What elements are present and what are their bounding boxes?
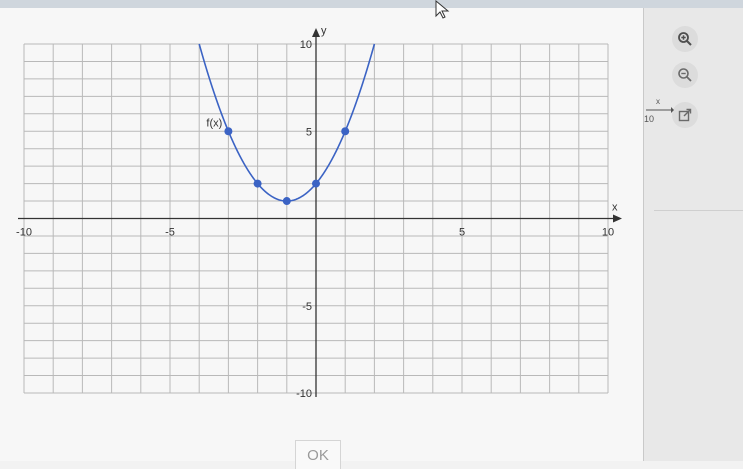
zoom-in-button[interactable] bbox=[672, 26, 698, 52]
y-tick-label: 5 bbox=[306, 126, 312, 138]
curve-point[interactable] bbox=[224, 127, 233, 136]
popout-button[interactable] bbox=[672, 102, 698, 128]
tick-labels: -10 -5 5 10 10 5 -5 -10 bbox=[16, 39, 614, 400]
y-tick-label: -10 bbox=[296, 388, 312, 400]
x-tick-label: -10 bbox=[16, 227, 32, 239]
series-label: f(x) bbox=[206, 117, 222, 129]
x-axis-label: x bbox=[612, 202, 618, 214]
window-top-bar bbox=[0, 0, 743, 8]
mini-axis-label: x bbox=[656, 97, 660, 106]
curve-point[interactable] bbox=[312, 179, 320, 188]
mouse-cursor-icon bbox=[435, 0, 450, 19]
zoom-out-button[interactable] bbox=[672, 62, 698, 88]
zoom-out-icon bbox=[678, 68, 692, 82]
graph-dialog: x y -10 -5 5 10 10 5 -5 -10 f(x) OK bbox=[0, 8, 644, 469]
graph-plot[interactable]: x y -10 -5 5 10 10 5 -5 -10 f(x) bbox=[0, 8, 643, 461]
y-tick-label: -5 bbox=[302, 301, 312, 313]
x-axis-arrow bbox=[613, 214, 622, 223]
external-link-icon bbox=[678, 108, 692, 122]
y-axis-label: y bbox=[321, 25, 327, 37]
mini-axis-value: 10 bbox=[644, 114, 654, 124]
zoom-in-icon bbox=[678, 32, 692, 46]
curve-point[interactable] bbox=[282, 197, 291, 206]
x-tick-label: 5 bbox=[459, 227, 465, 239]
mini-axis-preview: x 10 bbox=[644, 97, 674, 124]
x-tick-label: -5 bbox=[165, 227, 175, 239]
ok-button[interactable]: OK bbox=[295, 440, 341, 469]
curve-point[interactable] bbox=[253, 179, 262, 188]
x-tick-label: 10 bbox=[602, 227, 614, 239]
axes: x y bbox=[18, 25, 622, 397]
panel-divider bbox=[654, 210, 743, 211]
y-axis-arrow bbox=[312, 28, 320, 37]
y-tick-label: 10 bbox=[300, 39, 312, 51]
curve-point[interactable] bbox=[341, 127, 350, 136]
